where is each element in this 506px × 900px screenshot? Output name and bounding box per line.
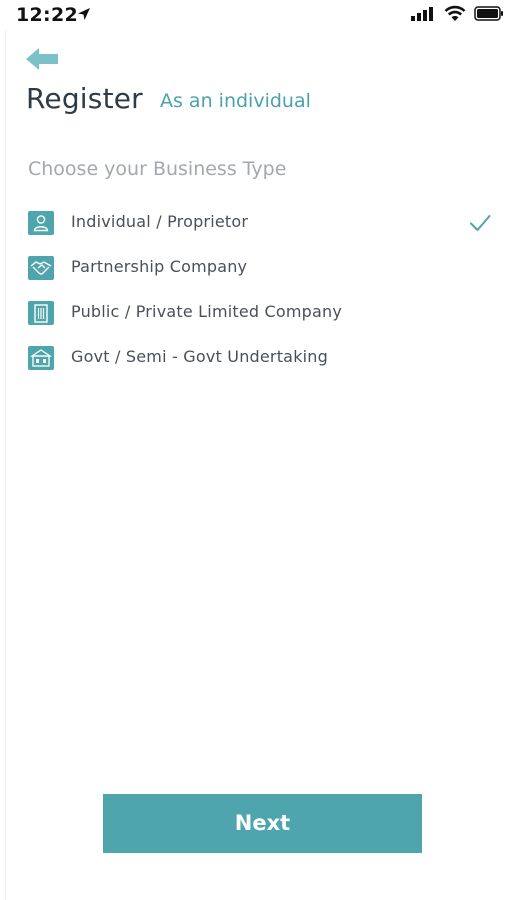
business-type-label: Partnership Company: [71, 257, 248, 276]
business-type-option-individual[interactable]: Individual / Proprietor: [0, 203, 506, 248]
government-building-icon: [28, 346, 54, 370]
screen-edge-divider: [5, 30, 6, 900]
status-time: 12:22: [16, 4, 78, 26]
business-type-option-limited-company[interactable]: Public / Private Limited Company: [0, 293, 506, 338]
location-arrow-icon: [78, 8, 90, 20]
business-type-label: Govt / Semi - Govt Undertaking: [71, 347, 328, 366]
business-type-label: Public / Private Limited Company: [71, 302, 343, 321]
check-icon: [470, 215, 491, 231]
business-type-option-partnership[interactable]: Partnership Company: [0, 248, 506, 293]
person-icon: [28, 211, 54, 235]
status-bar: 12:22: [0, 0, 506, 30]
business-type-label: Individual / Proprietor: [71, 212, 249, 231]
building-icon: [28, 301, 54, 325]
next-button[interactable]: Next: [103, 794, 422, 853]
handshake-icon: [28, 256, 54, 280]
wifi-icon: [444, 5, 466, 21]
back-arrow-icon[interactable]: [24, 45, 60, 73]
business-type-heading: Choose your Business Type: [28, 158, 287, 180]
page-title: Register: [26, 82, 143, 115]
business-type-option-govt[interactable]: Govt / Semi - Govt Undertaking: [0, 338, 506, 383]
battery-icon: [474, 6, 503, 21]
business-type-list: Individual / Proprietor Partnership Comp…: [0, 203, 506, 383]
signal-icon: [411, 7, 433, 21]
page-subtitle: As an individual: [160, 90, 311, 112]
